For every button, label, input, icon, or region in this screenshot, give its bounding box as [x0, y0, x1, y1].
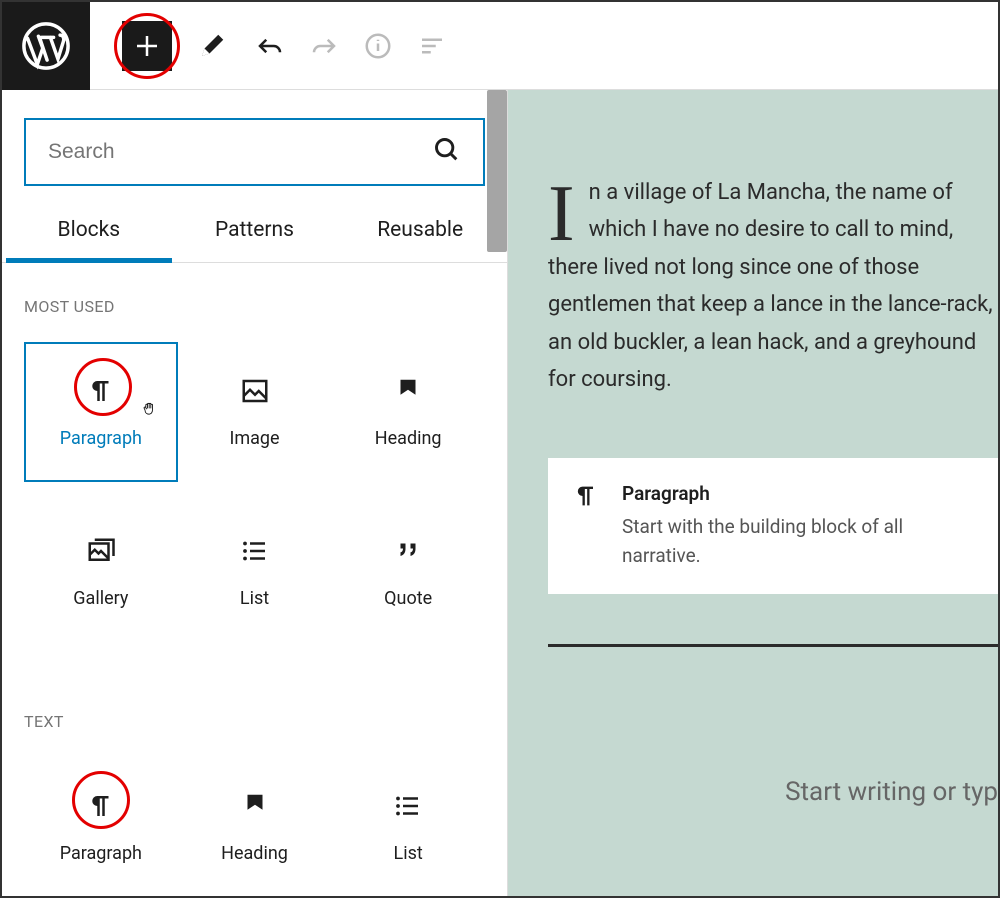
paragraph-content[interactable]: In a village of La Mancha, the name of w…	[548, 128, 998, 418]
block-label: Quote	[384, 588, 432, 609]
info-description: Start with the building block of all nar…	[622, 513, 974, 570]
redo-button[interactable]	[300, 22, 348, 70]
block-label: Heading	[375, 428, 442, 449]
image-icon	[240, 376, 270, 406]
search-box[interactable]	[24, 118, 485, 186]
block-paragraph-text[interactable]: Paragraph	[24, 757, 178, 896]
outline-button[interactable]	[408, 22, 456, 70]
section-text: TEXT	[2, 652, 507, 747]
block-label: Heading	[221, 843, 288, 864]
list-icon	[393, 791, 423, 821]
block-list[interactable]: List	[178, 502, 332, 642]
edit-tool-button[interactable]	[188, 22, 236, 70]
heading-icon	[393, 376, 423, 406]
info-button[interactable]	[354, 22, 402, 70]
empty-paragraph-placeholder[interactable]: Start writing or typ	[508, 647, 998, 807]
top-toolbar	[2, 2, 998, 90]
section-most-used: MOST USED	[2, 263, 507, 332]
block-info-card: Paragraph Start with the building block …	[548, 458, 998, 594]
block-label: Gallery	[73, 588, 128, 609]
search-input[interactable]	[48, 140, 433, 164]
tab-patterns[interactable]: Patterns	[172, 218, 338, 262]
block-image[interactable]: Image	[178, 342, 332, 482]
editor-canvas: In a village of La Mancha, the name of w…	[508, 90, 998, 896]
heading-icon	[240, 791, 270, 821]
block-label: List	[394, 843, 423, 864]
paragraph-icon	[86, 376, 116, 406]
block-paragraph[interactable]: Paragraph	[24, 342, 178, 482]
inserter-tabs: Blocks Patterns Reusable	[2, 186, 507, 263]
block-list-text[interactable]: List	[331, 757, 485, 896]
block-inserter-panel: Blocks Patterns Reusable MOST USED Parag…	[2, 90, 508, 896]
block-quote[interactable]: Quote	[331, 502, 485, 642]
tab-blocks[interactable]: Blocks	[6, 218, 172, 262]
block-label: Paragraph	[60, 428, 142, 449]
drop-cap: I	[548, 180, 575, 248]
scrollbar[interactable]	[487, 90, 507, 252]
tab-reusable[interactable]: Reusable	[337, 218, 503, 262]
search-icon	[433, 136, 461, 168]
quote-icon	[393, 536, 423, 566]
paragraph-icon	[572, 482, 600, 514]
info-title: Paragraph	[622, 482, 974, 505]
block-gallery[interactable]: Gallery	[24, 502, 178, 642]
add-block-button[interactable]	[122, 21, 172, 71]
block-label: Paragraph	[60, 843, 142, 864]
block-label: Image	[229, 428, 279, 449]
grab-cursor-icon	[140, 400, 160, 425]
list-icon	[240, 536, 270, 566]
block-heading-text[interactable]: Heading	[178, 757, 332, 896]
block-heading[interactable]: Heading	[331, 342, 485, 482]
block-label: List	[240, 588, 269, 609]
paragraph-body: n a village of La Mancha, the name of wh…	[548, 180, 993, 392]
paragraph-icon	[86, 791, 116, 821]
gallery-icon	[86, 536, 116, 566]
wordpress-logo[interactable]	[2, 2, 90, 90]
undo-button[interactable]	[246, 22, 294, 70]
